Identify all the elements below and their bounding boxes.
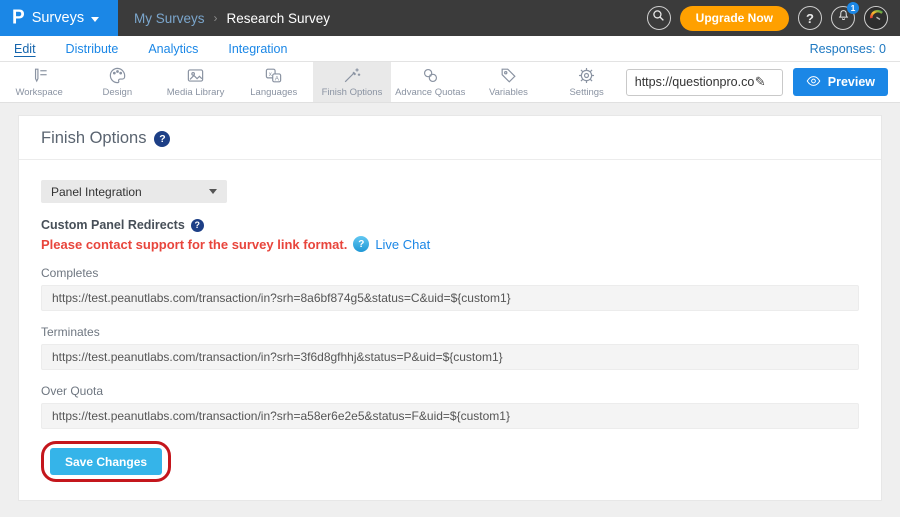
workspace-icon <box>30 67 49 85</box>
card-body: Panel Integration Custom Panel Redirects… <box>19 160 881 500</box>
live-chat-link[interactable]: Live Chat <box>375 237 430 252</box>
toolbar-item-design[interactable]: Design <box>78 62 156 102</box>
breadcrumb: My Surveys › Research Survey <box>134 0 330 36</box>
terminates-label: Terminates <box>41 325 859 339</box>
dropdown-selected-value: Panel Integration <box>51 185 142 199</box>
finish-options-help-icon[interactable]: ? <box>154 131 170 147</box>
toolbar-item-advance-quotas[interactable]: Advance Quotas <box>391 62 469 102</box>
over-quota-url-input[interactable] <box>41 403 859 429</box>
page-background: Finish Options ? Panel Integration Custo… <box>0 103 900 517</box>
tab-analytics[interactable]: Analytics <box>148 42 198 56</box>
finish-options-card: Finish Options ? Panel Integration Custo… <box>18 115 882 501</box>
completes-label: Completes <box>41 266 859 280</box>
edit-toolbar: Workspace Design Media Library xA Langua… <box>0 62 900 103</box>
survey-url-box: ✎ <box>626 69 783 96</box>
tab-distribute[interactable]: Distribute <box>66 42 119 56</box>
toolbar-right: ✎ Preview <box>626 62 900 102</box>
upgrade-now-button[interactable]: Upgrade Now <box>680 6 789 31</box>
gear-icon <box>577 67 596 85</box>
image-icon <box>186 67 205 85</box>
tab-edit[interactable]: Edit <box>14 42 36 56</box>
terminates-url-input[interactable] <box>41 344 859 370</box>
responses-count: Responses: 0 <box>810 42 886 56</box>
translate-icon: xA <box>264 67 283 85</box>
top-bar: P Surveys My Surveys › Research Survey U… <box>0 0 900 36</box>
survey-url-input[interactable] <box>627 75 755 89</box>
page-title: Finish Options <box>41 129 146 148</box>
magic-wand-icon <box>342 67 361 85</box>
notifications-button[interactable]: 1 <box>831 6 855 30</box>
question-mark-icon: ? <box>806 11 814 26</box>
completes-url-input[interactable] <box>41 285 859 311</box>
search-icon <box>652 9 665 27</box>
notification-badge: 1 <box>847 2 859 14</box>
help-button[interactable]: ? <box>798 6 822 30</box>
chevron-down-icon <box>91 17 99 22</box>
toolbar-item-media-library[interactable]: Media Library <box>156 62 234 102</box>
account-menu-button[interactable] <box>864 6 888 30</box>
toolbar-item-workspace[interactable]: Workspace <box>0 62 78 102</box>
chain-links-icon <box>421 67 440 85</box>
topbar-actions: Upgrade Now ? 1 <box>647 0 900 36</box>
support-note-row: Please contact support for the survey li… <box>41 236 859 252</box>
save-changes-button[interactable]: Save Changes <box>50 448 162 475</box>
breadcrumb-separator: › <box>214 11 218 25</box>
card-header: Finish Options ? <box>19 116 881 160</box>
eye-icon <box>806 75 821 90</box>
survey-nav-tabs: Edit Distribute Analytics Integration Re… <box>0 36 900 62</box>
toolbar-item-settings[interactable]: Settings <box>548 62 626 102</box>
toolbar-item-finish-options[interactable]: Finish Options <box>313 62 391 102</box>
edit-url-icon[interactable]: ✎ <box>755 74 766 90</box>
tag-icon <box>499 67 518 85</box>
chevron-down-icon <box>209 189 217 194</box>
palette-icon <box>108 67 127 85</box>
redirects-help-icon[interactable]: ? <box>191 219 204 232</box>
section-heading: Custom Panel Redirects <box>41 218 185 232</box>
over-quota-label: Over Quota <box>41 384 859 398</box>
live-chat-icon[interactable]: ? <box>353 236 369 252</box>
product-label: Surveys <box>32 10 84 26</box>
avatar <box>866 6 887 30</box>
questionpro-logo: P <box>12 6 25 29</box>
support-note-text: Please contact support for the survey li… <box>41 237 347 252</box>
toolbar-item-variables[interactable]: Variables <box>469 62 547 102</box>
red-annotation-circle: Save Changes <box>41 441 171 482</box>
preview-button[interactable]: Preview <box>793 68 888 96</box>
surveys-product-menu[interactable]: P Surveys <box>0 0 118 36</box>
custom-panel-redirects-heading-row: Custom Panel Redirects ? <box>41 218 859 232</box>
toolbar-item-languages[interactable]: xA Languages <box>235 62 313 102</box>
breadcrumb-current-survey: Research Survey <box>227 11 331 26</box>
breadcrumb-my-surveys[interactable]: My Surveys <box>134 11 205 26</box>
search-button[interactable] <box>647 6 671 30</box>
panel-integration-dropdown[interactable]: Panel Integration <box>41 180 227 203</box>
tab-integration[interactable]: Integration <box>228 42 287 56</box>
